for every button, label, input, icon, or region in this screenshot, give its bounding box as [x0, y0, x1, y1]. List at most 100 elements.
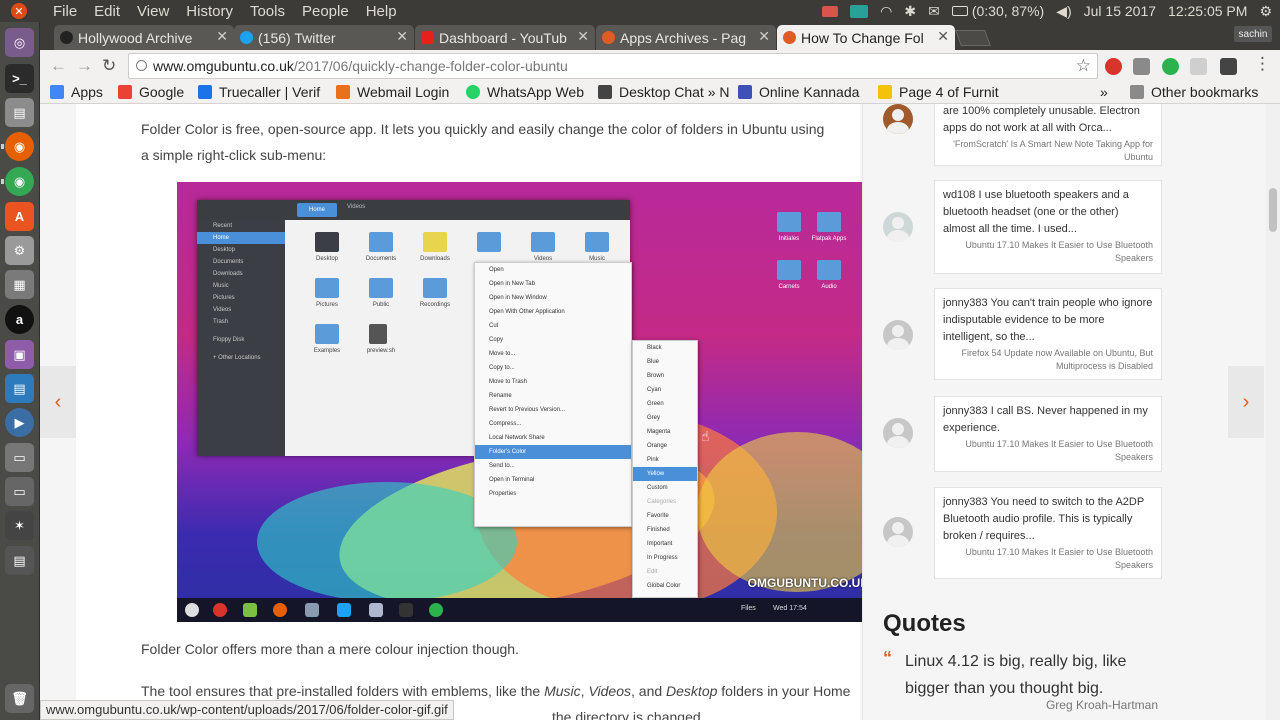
- reload-icon[interactable]: ↻: [102, 56, 116, 76]
- network-icon[interactable]: ✶: [5, 511, 34, 540]
- clock-label[interactable]: 12:25:05 PM: [1168, 3, 1247, 19]
- color-option[interactable]: Orange: [633, 439, 697, 453]
- context-menu-item[interactable]: Move to...: [475, 347, 631, 361]
- bookmark-webmail[interactable]: Webmail Login: [336, 84, 449, 100]
- color-option[interactable]: Grey: [633, 411, 697, 425]
- amazon-icon[interactable]: a: [5, 305, 34, 334]
- monitor-icon[interactable]: [850, 4, 869, 18]
- context-menu-item[interactable]: Open With Other Application: [475, 305, 631, 319]
- files-sidebar-item[interactable]: + Other Locations: [197, 352, 285, 364]
- close-icon[interactable]: ✕: [577, 28, 589, 45]
- files-sidebar-item[interactable]: Videos: [197, 304, 285, 316]
- chrome-icon[interactable]: ◉: [5, 167, 34, 196]
- workspace-icon[interactable]: ▤: [5, 546, 34, 575]
- context-menu-item[interactable]: Open in New Tab: [475, 277, 631, 291]
- desktop-folder[interactable]: Carnets: [777, 260, 801, 290]
- bookmark-kannada[interactable]: Online Kannada: [738, 84, 859, 100]
- folder-icon[interactable]: Desktop: [315, 232, 339, 262]
- settings-icon[interactable]: ⚙: [5, 236, 34, 265]
- context-menu-item-folder-color[interactable]: Folder's Color: [475, 445, 631, 459]
- folder-icon[interactable]: Pictures: [315, 278, 339, 308]
- music-folder-icon[interactable]: Music: [585, 232, 609, 262]
- files-icon[interactable]: ▤: [5, 98, 34, 127]
- context-menu-item[interactable]: Send to...: [475, 459, 631, 473]
- script-file-icon[interactable]: preview.sh: [367, 324, 395, 354]
- bookmark-truecaller[interactable]: Truecaller | Verif: [198, 84, 320, 100]
- software-center-icon[interactable]: A: [5, 202, 34, 231]
- menu-people[interactable]: People: [302, 3, 349, 20]
- desktop-folder[interactable]: Flatpak Apps: [812, 212, 846, 242]
- color-option[interactable]: Pink: [633, 453, 697, 467]
- avatar[interactable]: [883, 104, 913, 134]
- bookmark-furniture[interactable]: Page 4 of Furnit: [878, 84, 999, 100]
- calculator-icon[interactable]: ▦: [5, 270, 34, 299]
- folder-color-screenshot[interactable]: Initiales Flatpak Apps Carnets Audio Hom…: [177, 182, 879, 622]
- bookmarks-overflow-icon[interactable]: »: [1100, 84, 1108, 100]
- bluetooth-icon[interactable]: ✱: [904, 3, 916, 20]
- color-option[interactable]: Categories: [633, 495, 697, 509]
- color-option[interactable]: Green: [633, 397, 697, 411]
- color-option[interactable]: Custom: [633, 481, 697, 495]
- next-article-arrow[interactable]: ›: [1228, 366, 1264, 438]
- context-menu-item[interactable]: Compress...: [475, 417, 631, 431]
- terminal-icon[interactable]: >_: [5, 64, 34, 93]
- extension-icon[interactable]: [1190, 58, 1207, 75]
- files-sidebar-item[interactable]: Trash: [197, 316, 285, 328]
- context-menu-item[interactable]: Copy to...: [475, 361, 631, 375]
- color-option[interactable]: Blue: [633, 355, 697, 369]
- recent-comment[interactable]: jonny383 I call BS. Never happened in my…: [934, 396, 1162, 472]
- close-icon[interactable]: ✕: [937, 28, 949, 45]
- media-player-icon[interactable]: ▶: [5, 408, 34, 437]
- folder-icon[interactable]: Videos: [531, 232, 555, 262]
- comment-source-link[interactable]: 'FromScratch' Is A Smart New Note Taking…: [943, 138, 1153, 164]
- battery-indicator[interactable]: (0:30, 87%): [951, 3, 1044, 19]
- color-option[interactable]: Magenta: [633, 425, 697, 439]
- color-option[interactable]: Favorite: [633, 509, 697, 523]
- color-option[interactable]: Important: [633, 537, 697, 551]
- context-menu-item[interactable]: Open in New Window: [475, 291, 631, 305]
- tab-active-folder-color[interactable]: How To Change Fol ✕: [777, 25, 955, 50]
- color-option[interactable]: Finished: [633, 523, 697, 537]
- folder-icon[interactable]: Documents: [366, 232, 396, 262]
- context-menu-item[interactable]: Open in Terminal: [475, 473, 631, 487]
- avatar[interactable]: [883, 418, 913, 448]
- folder-icon[interactable]: Examples: [314, 324, 340, 354]
- context-menu-item[interactable]: Copy: [475, 333, 631, 347]
- menu-edit[interactable]: Edit: [94, 3, 120, 20]
- color-option[interactable]: In Progress: [633, 551, 697, 565]
- color-option[interactable]: Brown: [633, 369, 697, 383]
- avatar[interactable]: [883, 320, 913, 350]
- color-option[interactable]: Cyan: [633, 383, 697, 397]
- menu-tools[interactable]: Tools: [250, 3, 285, 20]
- menu-help[interactable]: Help: [366, 3, 397, 20]
- context-menu-item[interactable]: Move to Trash: [475, 375, 631, 389]
- context-menu-item[interactable]: Rename: [475, 389, 631, 403]
- tab-apps-archives[interactable]: Apps Archives - Pag ✕: [596, 25, 776, 50]
- dash-icon[interactable]: ◎: [5, 28, 34, 57]
- tab-youtube[interactable]: Dashboard - YouTub ✕: [415, 25, 595, 50]
- context-menu-item[interactable]: Cut: [475, 319, 631, 333]
- comment-source-link[interactable]: Ubuntu 17.10 Makes It Easier to Use Blue…: [943, 239, 1153, 265]
- bookmark-google[interactable]: Google: [118, 84, 184, 100]
- bookmark-whatsapp[interactable]: WhatsApp Web: [466, 84, 584, 100]
- avatar[interactable]: [883, 212, 913, 242]
- page-info-icon[interactable]: [136, 60, 147, 71]
- tab-hollywood[interactable]: Hollywood Archive ✕: [54, 25, 234, 50]
- extension-off-icon[interactable]: [1133, 58, 1150, 75]
- files-sidebar-item[interactable]: Pictures: [197, 292, 285, 304]
- screenshot-icon[interactable]: ▣: [5, 340, 34, 369]
- document-icon[interactable]: ▤: [5, 374, 34, 403]
- trash-icon[interactable]: 🗑: [5, 684, 34, 713]
- bookmark-apps[interactable]: Apps: [50, 84, 103, 100]
- color-option-yellow[interactable]: Yellow: [633, 467, 697, 481]
- profile-button[interactable]: sachin: [1234, 26, 1272, 42]
- page-scrollbar[interactable]: [1266, 104, 1280, 720]
- color-option[interactable]: Black: [633, 341, 697, 355]
- scrollbar-thumb[interactable]: [1269, 188, 1277, 232]
- recent-comment[interactable]: are 100% completely unusable. Electron a…: [934, 104, 1162, 166]
- chrome-menu-icon[interactable]: ⋮: [1254, 54, 1271, 74]
- folder-icon[interactable]: Recordings: [420, 278, 450, 308]
- files-sidebar-item[interactable]: Downloads: [197, 268, 285, 280]
- close-window-button[interactable]: ✕: [11, 3, 27, 19]
- folder-icon[interactable]: Public: [369, 278, 393, 308]
